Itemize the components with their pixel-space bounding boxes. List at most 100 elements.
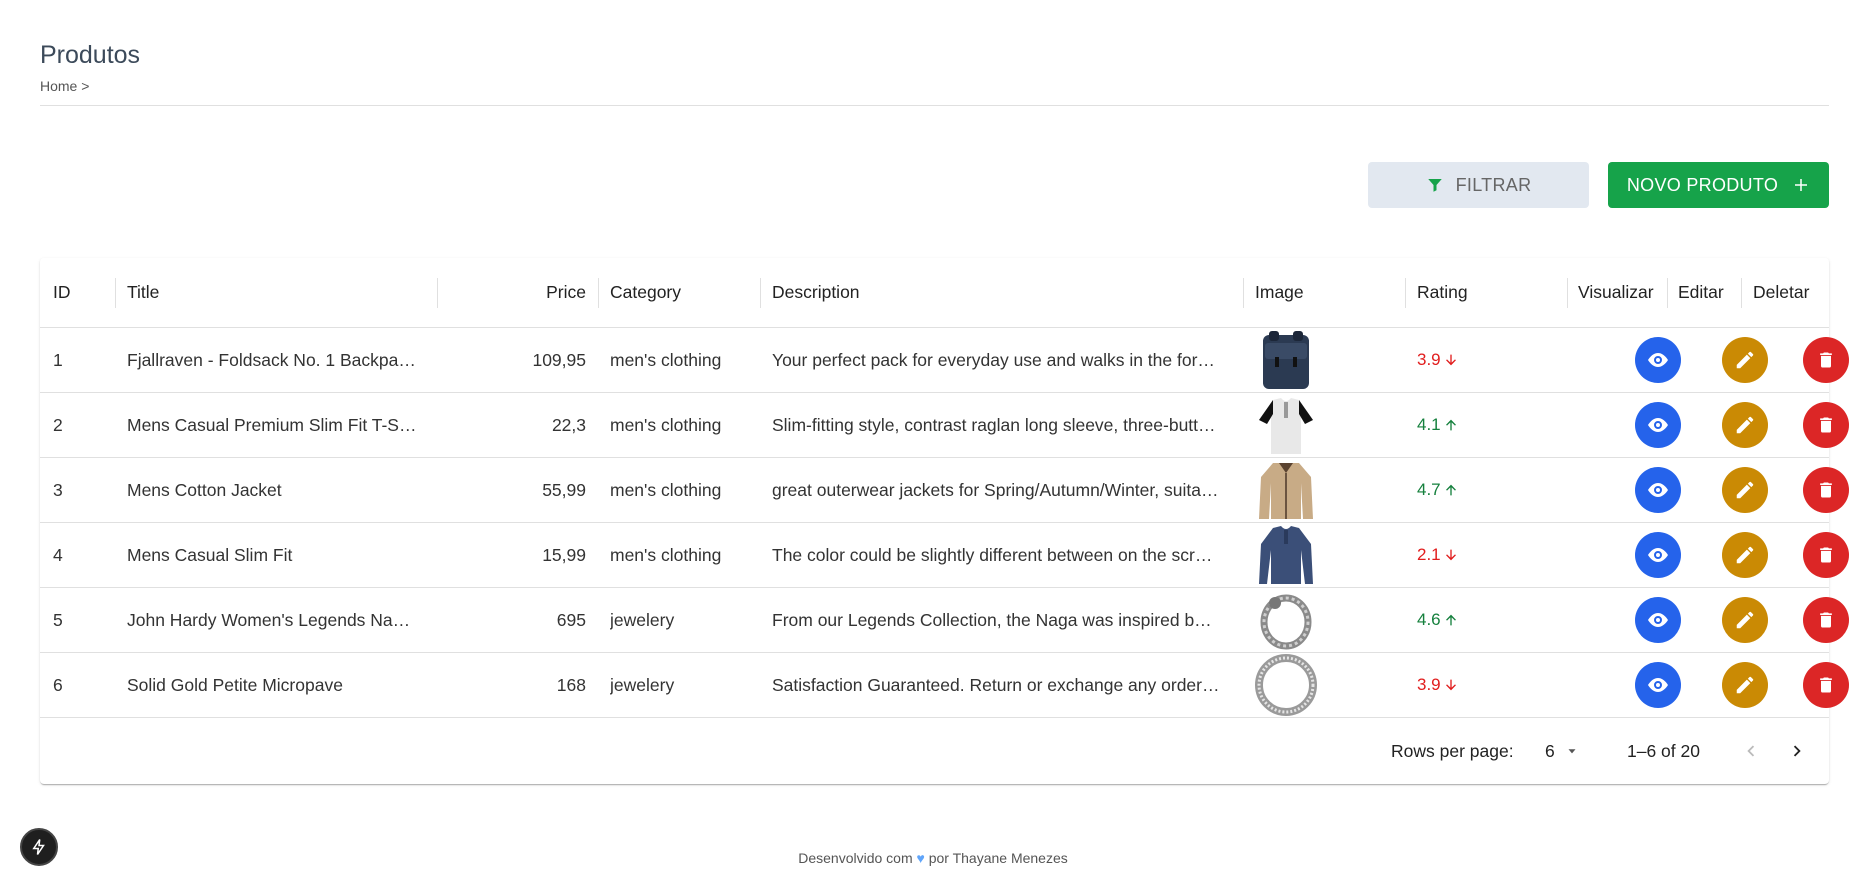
delete-button[interactable] — [1803, 402, 1849, 448]
arrow-up-icon — [1445, 419, 1456, 431]
arrow-up-icon — [1445, 484, 1456, 496]
arrow-down-icon — [1445, 354, 1456, 366]
filter-button-label: FILTRAR — [1455, 174, 1532, 195]
table-row[interactable]: 6 Solid Gold Petite Micropave 168 jewele… — [40, 653, 1849, 718]
chevron-left-icon — [1747, 745, 1755, 757]
table-row[interactable]: 3 Mens Cotton Jacket 55,99 men's clothin… — [40, 458, 1849, 523]
breadcrumb[interactable]: Home > — [40, 78, 1829, 94]
cell-id: 4 — [53, 544, 63, 565]
edit-button[interactable] — [1722, 597, 1768, 643]
trash-icon — [1820, 417, 1832, 433]
footer-text: Desenvolvido com — [798, 850, 913, 866]
edit-button[interactable] — [1722, 467, 1768, 513]
footer-author: por Thayane Menezes — [928, 850, 1068, 866]
products-table: ID Title Price Category Description Imag… — [40, 258, 1849, 784]
cell-description: great outerwear jackets for Spring/Autum… — [772, 479, 1219, 500]
cell-title: Solid Gold Petite Micropave — [127, 674, 343, 695]
column-header-id[interactable]: ID — [53, 258, 113, 327]
table-row[interactable]: 2 Mens Casual Premium Slim Fit T-S… 22,3… — [40, 393, 1849, 458]
column-header-description[interactable]: Description — [772, 258, 1234, 327]
trash-icon — [1820, 482, 1832, 498]
table-row[interactable]: 5 John Hardy Women's Legends Na… 695 jew… — [40, 588, 1849, 653]
view-button[interactable] — [1635, 337, 1681, 383]
rating-value: 4.7 — [1417, 480, 1459, 500]
cell-price: 695 — [556, 609, 586, 630]
delete-button[interactable] — [1803, 337, 1849, 383]
plus-icon — [1795, 179, 1808, 191]
rows-per-page-select[interactable]: 6 — [1545, 718, 1579, 784]
caret-down-icon — [1568, 749, 1576, 754]
page-header: Produtos Home > — [40, 40, 1829, 106]
cell-price: 168 — [556, 674, 586, 695]
filter-icon — [1427, 179, 1442, 192]
pencil-icon — [1736, 676, 1754, 694]
edit-button[interactable] — [1722, 662, 1768, 708]
view-button[interactable] — [1635, 597, 1681, 643]
new-product-button[interactable]: NOVO PRODUTO — [1608, 162, 1829, 208]
view-button[interactable] — [1635, 662, 1681, 708]
delete-button[interactable] — [1803, 597, 1849, 643]
cell-description: Slim-fitting style, contrast raglan long… — [772, 414, 1216, 435]
cell-category: jewelery — [610, 609, 675, 630]
lightning-button[interactable] — [20, 828, 58, 866]
chevron-right-icon — [1793, 745, 1801, 757]
cell-category: men's clothing — [610, 544, 722, 565]
cell-id: 5 — [53, 609, 63, 630]
cell-category: men's clothing — [610, 349, 722, 370]
cell-title: John Hardy Women's Legends Na… — [127, 609, 411, 630]
cell-id: 6 — [53, 674, 63, 695]
page-title: Produtos — [40, 41, 141, 69]
table-row[interactable]: 4 Mens Casual Slim Fit 15,99 men's cloth… — [40, 523, 1849, 588]
cell-title: Mens Casual Slim Fit — [127, 544, 293, 565]
edit-button[interactable] — [1722, 532, 1768, 578]
next-page-button[interactable] — [1786, 718, 1808, 784]
trash-icon — [1820, 352, 1832, 368]
column-header-category[interactable]: Category — [610, 258, 760, 327]
rows-per-page-value: 6 — [1545, 740, 1555, 761]
column-header-price[interactable]: Price — [440, 258, 586, 327]
arrow-down-icon — [1445, 679, 1456, 691]
view-button[interactable] — [1635, 532, 1681, 578]
cell-price: 15,99 — [542, 544, 586, 565]
previous-page-button[interactable] — [1740, 718, 1762, 784]
eye-icon — [1648, 483, 1668, 497]
table-header: ID Title Price Category Description Imag… — [40, 258, 1829, 328]
arrow-up-icon — [1445, 614, 1456, 626]
column-header-image[interactable]: Image — [1255, 258, 1375, 327]
product-image-backpack — [1255, 329, 1317, 391]
rating-value: 3.9 — [1417, 350, 1459, 370]
column-header-title[interactable]: Title — [127, 258, 467, 327]
filter-button[interactable]: FILTRAR — [1368, 162, 1589, 208]
delete-button[interactable] — [1803, 467, 1849, 513]
trash-icon — [1820, 612, 1832, 628]
product-image-longsleeve — [1255, 524, 1317, 586]
cell-description: The color could be slightly different be… — [772, 544, 1213, 565]
cell-id: 1 — [53, 349, 63, 370]
cell-title: Mens Casual Premium Slim Fit T-S… — [127, 414, 417, 435]
product-image-bracelet — [1255, 589, 1317, 651]
view-button[interactable] — [1635, 402, 1681, 448]
heart-icon: ♥ — [916, 850, 925, 866]
rating-value: 2.1 — [1417, 545, 1459, 565]
cell-id: 3 — [53, 479, 63, 500]
rating-value: 4.6 — [1417, 610, 1459, 630]
column-header-delete: Deletar — [1753, 282, 1810, 302]
rating-value: 3.9 — [1417, 675, 1459, 695]
column-header-rating[interactable]: Rating — [1417, 258, 1537, 327]
delete-button[interactable] — [1803, 662, 1849, 708]
cell-description: Satisfaction Guaranteed. Return or excha… — [772, 674, 1220, 695]
arrow-down-icon — [1445, 549, 1456, 561]
view-button[interactable] — [1635, 467, 1681, 513]
cell-description: Your perfect pack for everyday use and w… — [772, 349, 1215, 370]
footer: Desenvolvido com ♥ por Thayane Menezes — [0, 850, 1866, 866]
edit-button[interactable] — [1722, 337, 1768, 383]
trash-icon — [1820, 677, 1832, 693]
cell-id: 2 — [53, 414, 63, 435]
delete-button[interactable] — [1803, 532, 1849, 578]
pencil-icon — [1736, 481, 1754, 499]
rating-value: 4.1 — [1417, 415, 1459, 435]
table-row[interactable]: 1 Fjallraven - Foldsack No. 1 Backpa… 10… — [40, 328, 1849, 393]
cell-title: Mens Cotton Jacket — [127, 479, 282, 500]
rows-per-page-label: Rows per page: — [1391, 740, 1514, 761]
edit-button[interactable] — [1722, 402, 1768, 448]
